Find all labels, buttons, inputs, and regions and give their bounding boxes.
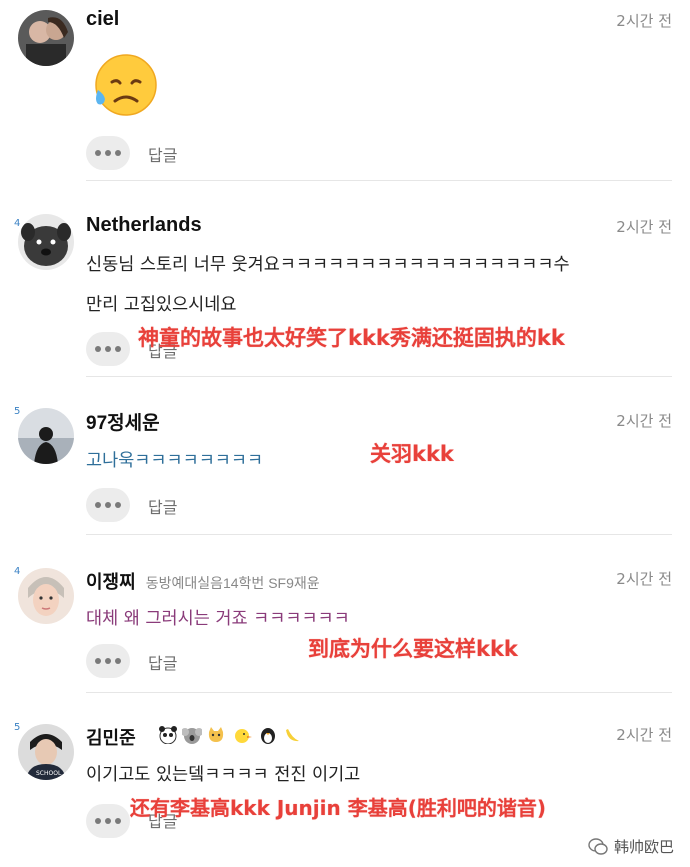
level-badge: 5: [14, 406, 21, 417]
comment-text: 이기고도 있는뎈ㅋㅋㅋㅋ 전진 이기고: [86, 765, 361, 785]
portrait-avatar-icon: [18, 568, 74, 624]
username[interactable]: ciel: [86, 8, 119, 31]
translation-overlay-2: 关羽kkk: [370, 442, 454, 466]
divider: [86, 376, 672, 377]
avatar[interactable]: SCHOOL: [18, 724, 74, 780]
level-badge: 5: [14, 722, 21, 733]
koala-emoji-icon: [182, 728, 202, 744]
emoji-decorations: [158, 726, 302, 744]
reply-button[interactable]: 답글: [148, 650, 177, 674]
watermark: 韩帅欧巴: [588, 836, 674, 857]
divider: [86, 180, 672, 181]
portrait-avatar-icon: SCHOOL: [18, 724, 74, 780]
timestamp: 2시간 전: [616, 12, 672, 30]
chick-emoji-icon: [235, 729, 252, 743]
cat-emoji-icon: [208, 727, 224, 742]
username[interactable]: Netherlands: [86, 214, 202, 237]
banana-emoji-icon: [286, 729, 299, 742]
translation-overlay-1: 神童的故事也太好笑了kkk秀满还挺固执的kk: [138, 326, 565, 350]
wechat-icon: [588, 837, 608, 855]
avatar-photo-icon: [18, 10, 74, 66]
more-options-button[interactable]: [86, 136, 130, 170]
divider: [86, 534, 672, 535]
more-options-button[interactable]: [86, 332, 130, 366]
timestamp: 2시간 전: [616, 218, 672, 236]
divider: [86, 692, 672, 693]
more-options-button[interactable]: [86, 488, 130, 522]
level-badge: 4: [14, 566, 21, 577]
level-badge: 4: [14, 218, 21, 229]
penguin-emoji-icon: [261, 728, 275, 744]
username[interactable]: 이쟁찌 동방예대실음14학번 SF9재윤: [86, 568, 320, 594]
panda-emoji-icon: [159, 726, 177, 744]
comment-text-line-2: 만리 고집있으시네요: [86, 295, 237, 315]
username[interactable]: 김민준: [86, 724, 136, 750]
reply-button[interactable]: 답글: [148, 494, 177, 518]
username[interactable]: 97정세운: [86, 408, 160, 435]
silhouette-avatar-icon: [18, 408, 74, 464]
comment-text: 대체 왜 그러시는 거죠 ㅋㅋㅋㅋㅋㅋ: [86, 609, 350, 629]
avatar[interactable]: [18, 408, 74, 464]
svg-text:SCHOOL: SCHOOL: [36, 770, 62, 777]
comment-text: 고나욱ㅋㅋㅋㅋㅋㅋㅋㅋ: [86, 451, 264, 471]
avatar[interactable]: [18, 10, 74, 66]
dog-avatar-icon: [18, 214, 74, 270]
translation-overlay-4: 还有李基高kkk Junjin 李基高(胜利吧的谐音): [130, 796, 546, 820]
sad-sweat-emoji-icon: [88, 52, 160, 122]
timestamp: 2시간 전: [616, 570, 672, 588]
username-text: 이쟁찌: [86, 572, 136, 592]
reply-button[interactable]: 답글: [148, 142, 177, 166]
avatar[interactable]: [18, 568, 74, 624]
timestamp: 2시간 전: [616, 412, 672, 430]
more-options-button[interactable]: [86, 804, 130, 838]
watermark-text: 韩帅欧巴: [613, 838, 674, 856]
avatar[interactable]: [18, 214, 74, 270]
comment-text-line-1: 신동님 스토리 너무 웃겨요ㅋㅋㅋㅋㅋㅋㅋㅋㅋㅋㅋㅋㅋㅋㅋㅋㅋ수: [86, 255, 570, 275]
translation-overlay-3: 到底为什么要这样kkk: [308, 637, 518, 661]
user-subtitle: 동방예대실음14학번 SF9재윤: [145, 575, 320, 591]
timestamp: 2시간 전: [616, 726, 672, 744]
more-options-button[interactable]: [86, 644, 130, 678]
